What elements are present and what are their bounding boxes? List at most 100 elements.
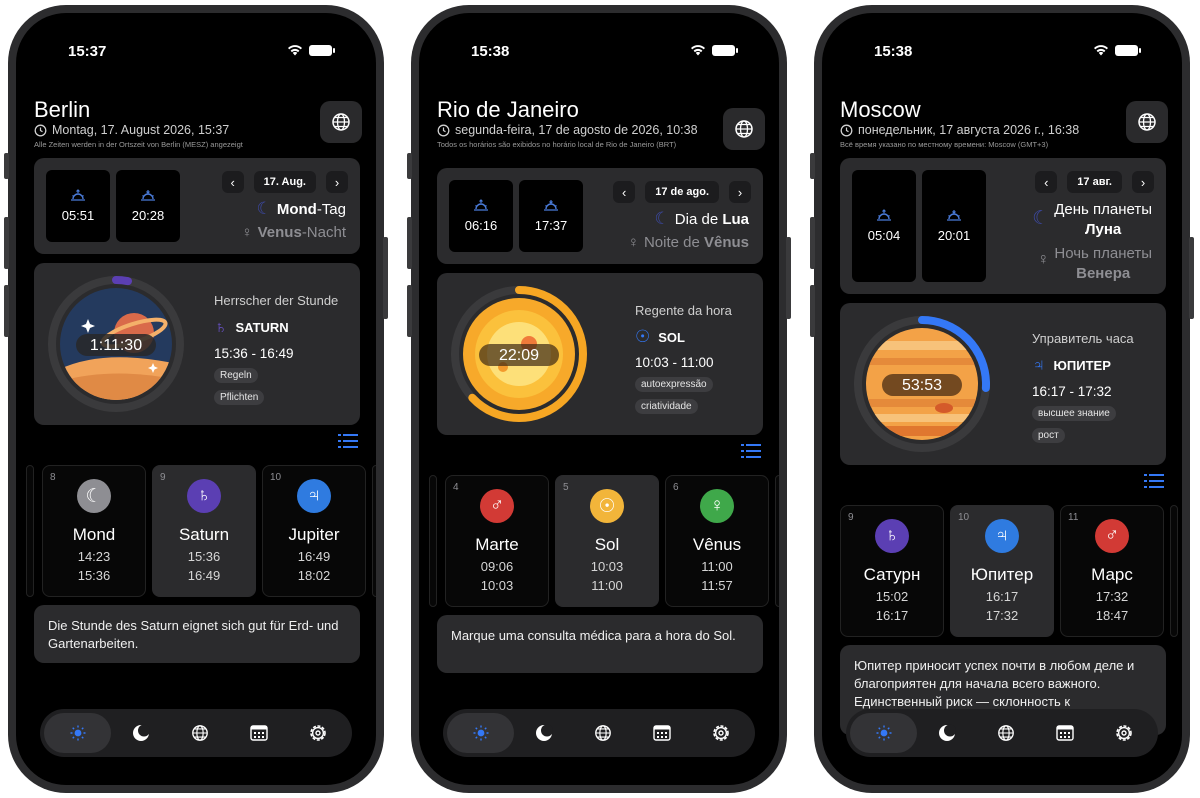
sunset-box: 20:01 (922, 170, 986, 282)
gear-icon (713, 725, 730, 741)
hour-card[interactable]: 9 ♄ Сатурн 15:02 16:17 (840, 505, 944, 637)
hour-card[interactable]: 11 ♂ Марс 17:32 18:47 (1060, 505, 1164, 637)
jupiter-icon: ♃ (297, 479, 331, 513)
tab-settings[interactable] (289, 713, 348, 753)
day-ruler-name: Lua (722, 210, 749, 228)
list-view-icon[interactable] (741, 443, 761, 459)
hour-ruler-label: Herrscher der Stunde (214, 293, 339, 308)
date-text: понедельник, 17 августа 2026 г., 16:38 (858, 123, 1080, 137)
hour-start: 15:02 (875, 589, 909, 604)
status-time: 15:37 (68, 43, 107, 60)
next-day-button[interactable]: › (326, 171, 348, 193)
tab-world[interactable] (170, 713, 229, 753)
phone-rio: 15:38 Rio de Janeiro segunda-feira, 17 d… (407, 5, 791, 793)
day-navigator: ‹ 17 de ago. › (613, 181, 751, 203)
hour-ruler-label: Regente da hora (635, 303, 732, 318)
globe-icon (595, 725, 611, 741)
hour-card[interactable]: 6 ♀ Vênus 11:00 11:57 (665, 475, 769, 607)
tab-day[interactable] (850, 713, 918, 753)
sunrise-time: 06:16 (464, 218, 498, 233)
hour-card[interactable]: 10 ♃ Jupiter 16:49 18:02 (262, 465, 366, 597)
list-view-icon[interactable] (338, 433, 358, 449)
planetary-hours-row: 8 ☾ Mond 14:23 15:36 9 ♄ Saturn 15:36 16… (16, 465, 376, 597)
moon-icon: ☾ (256, 199, 272, 218)
sun-card: 05:51 20:28 ‹ 17. Aug. › ☾ Mond-Tag ♀ Ve… (34, 158, 360, 254)
hour-card-partial[interactable] (26, 465, 34, 597)
next-day-button[interactable]: › (1132, 171, 1154, 193)
globe-button[interactable] (320, 101, 362, 143)
tab-calendar[interactable] (230, 713, 289, 753)
hour-card-current[interactable]: 5 ☉ Sol 10:03 11:00 (555, 475, 659, 607)
calendar-icon (653, 725, 671, 741)
globe-icon (332, 113, 350, 131)
timezone-note: Всё время указано по местному времени: M… (840, 140, 1049, 149)
date-chip[interactable]: 17 de ago. (645, 181, 719, 203)
night-ruler-suffix: -Nacht (301, 224, 346, 241)
globe-icon (735, 120, 753, 138)
sunrise-icon (877, 209, 891, 221)
hour-start: 14:23 (77, 549, 111, 564)
hour-card[interactable]: 4 ♂ Marte 09:06 10:03 (445, 475, 549, 607)
hour-card-partial[interactable] (372, 465, 376, 597)
city-title: Moscow (840, 97, 921, 122)
next-day-button[interactable]: › (729, 181, 751, 203)
hour-card-partial[interactable] (775, 475, 779, 607)
hour-card-partial[interactable] (429, 475, 437, 607)
hour-number: 9 (160, 472, 166, 483)
hour-card-current[interactable]: 9 ♄ Saturn 15:36 16:49 (152, 465, 256, 597)
day-ruler-name: Луна (1084, 221, 1122, 238)
tab-world[interactable] (573, 713, 632, 753)
hour-ruler-planet: ♃ ЮПИТЕР (1032, 355, 1111, 375)
day-ruler: ☾ Dia de Lua (655, 209, 749, 229)
tab-settings[interactable] (692, 713, 751, 753)
prev-day-button[interactable]: ‹ (221, 171, 244, 193)
tab-night[interactable] (917, 713, 976, 753)
hour-end: 11:00 (591, 578, 623, 593)
hour-card-current[interactable]: 10 ♃ Юпитер 16:17 17:32 (950, 505, 1054, 637)
clock-check-icon (840, 124, 853, 136)
sunset-box: 17:37 (519, 180, 583, 252)
calendar-icon (250, 725, 268, 741)
sunset-time: 20:28 (131, 208, 165, 223)
tab-calendar[interactable] (633, 713, 692, 753)
tab-night[interactable] (111, 713, 170, 753)
hour-start: 09:06 (480, 559, 514, 574)
date-chip[interactable]: 17 авг. (1067, 171, 1122, 193)
current-hour-card: 22:09 Regente da hora ☉ SOL 10:03 - 11:00… (437, 273, 763, 435)
hour-progress-ring: 53:53 (854, 316, 990, 452)
hour-planet-name: Saturn (178, 525, 230, 544)
tab-settings[interactable] (1095, 713, 1154, 753)
sunset-icon (141, 190, 155, 201)
planetary-hours-row: 4 ♂ Marte 09:06 10:03 5 ☉ Sol 10:03 11:0… (419, 475, 779, 607)
hour-planet-name: Marte (475, 535, 519, 554)
list-view-icon[interactable] (1144, 473, 1164, 489)
ring-time: 53:53 (902, 377, 942, 394)
globe-icon (192, 725, 208, 741)
night-ruler: ♀ Ночь планеты Венера (1037, 245, 1152, 282)
hour-ruler-range: 15:36 - 16:49 (214, 346, 294, 361)
sunrise-time: 05:04 (867, 228, 901, 243)
city-title: Berlin (34, 97, 91, 122)
city-title: Rio de Janeiro (437, 97, 579, 122)
tab-day[interactable] (44, 713, 112, 753)
date-text: segunda-feira, 17 de agosto de 2026, 10:… (455, 123, 698, 137)
date-text: Montag, 17. August 2026, 15:37 (52, 123, 230, 137)
hour-card-partial[interactable] (1170, 505, 1178, 637)
venus-icon: ♀ (1037, 251, 1050, 268)
hour-number: 10 (958, 512, 970, 523)
date-chip[interactable]: 17. Aug. (253, 171, 316, 193)
tab-day[interactable] (447, 713, 515, 753)
tab-world[interactable] (976, 713, 1035, 753)
hour-card[interactable]: 8 ☾ Mond 14:23 15:36 (42, 465, 146, 597)
prev-day-button[interactable]: ‹ (613, 181, 636, 203)
moon-icon: ☾ (654, 209, 670, 228)
sunset-time: 20:01 (937, 228, 971, 243)
jupiter-icon: ♃ (1032, 355, 1046, 375)
globe-button[interactable] (723, 108, 765, 150)
hour-end: 10:03 (480, 578, 514, 593)
globe-button[interactable] (1126, 101, 1168, 143)
hour-planet-name: Mond (72, 525, 116, 544)
tab-night[interactable] (514, 713, 573, 753)
prev-day-button[interactable]: ‹ (1035, 171, 1058, 193)
tab-calendar[interactable] (1036, 713, 1095, 753)
